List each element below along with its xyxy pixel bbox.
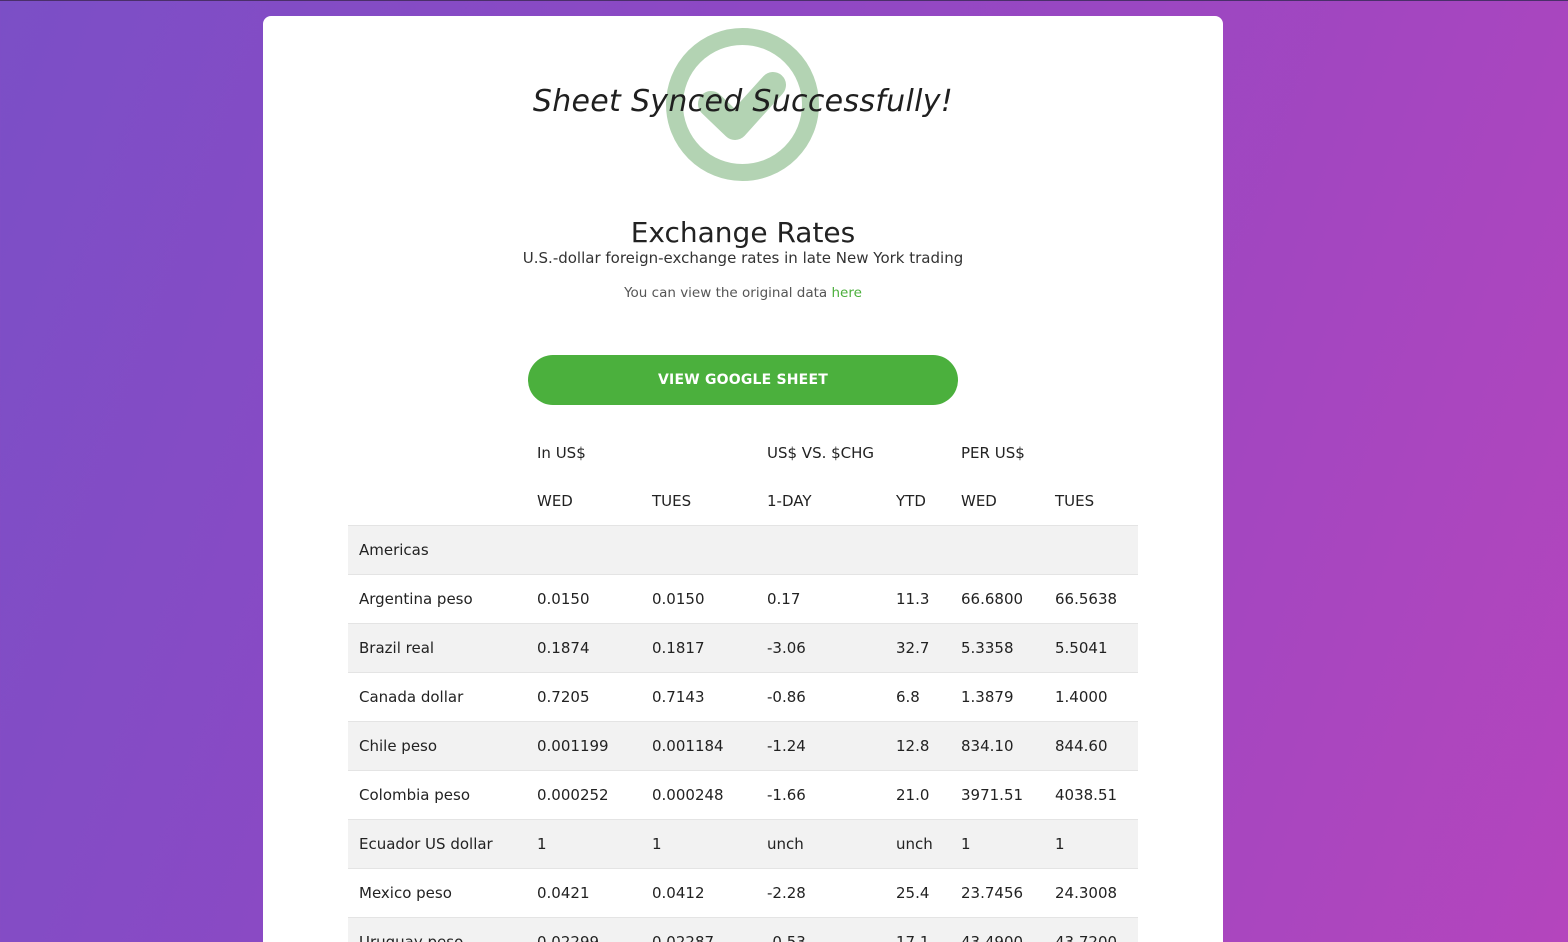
table-row: Uruguay peso 0.02299 0.02287 -0.53 17.1 43.49… xyxy=(348,917,1138,942)
rate-value-cell: -1.66 xyxy=(756,770,885,820)
exchange-rates-table: In US$ US$ VS. $CHG PER US$ WED TUES 1-D… xyxy=(348,429,1138,942)
table-body: Americas Argentina peso 0.0150 0.0150 0.17 11… xyxy=(348,525,1138,942)
rate-value-cell: 23.7456 xyxy=(950,868,1044,918)
rate-value-cell: 0.7205 xyxy=(526,672,641,722)
table-row: Chile peso 0.001199 0.001184 -1.24 12.8 834.1… xyxy=(348,721,1138,771)
rate-value-cell: 32.7 xyxy=(885,623,950,673)
rate-value-cell: 0.001184 xyxy=(641,721,756,771)
rate-value-cell: 43.4900 xyxy=(950,917,1044,942)
rate-value-cell: 66.6800 xyxy=(950,574,1044,624)
rate-value-cell: 0.02287 xyxy=(641,917,756,942)
rate-value-cell: 11.3 xyxy=(885,574,950,624)
currency-name-cell: Argentina peso xyxy=(348,574,526,624)
currency-name-cell: Americas xyxy=(348,525,526,575)
rate-value-cell: 0.0150 xyxy=(641,574,756,624)
rate-value-cell: 1.3879 xyxy=(950,672,1044,722)
rate-value-cell: 0.000252 xyxy=(526,770,641,820)
rate-value-cell xyxy=(756,525,885,575)
rate-value-cell: unch xyxy=(756,819,885,869)
rate-value-cell: -1.24 xyxy=(756,721,885,771)
currency-name-cell: Ecuador US dollar xyxy=(348,819,526,869)
rate-value-cell: 4038.51 xyxy=(1044,770,1138,820)
rate-value-cell: 844.60 xyxy=(1044,721,1138,771)
rate-value-cell: 0.0412 xyxy=(641,868,756,918)
table-row: Brazil real 0.1874 0.1817 -3.06 32.7 5.3358 5.… xyxy=(348,623,1138,673)
rate-value-cell: 12.8 xyxy=(885,721,950,771)
source-note: You can view the original data here xyxy=(263,285,1223,301)
table-row: Colombia peso 0.000252 0.000248 -1.66 21.0 39… xyxy=(348,770,1138,820)
rate-value-cell: 1 xyxy=(641,819,756,869)
column-header-row: WED TUES 1-DAY YTD WED TUES xyxy=(348,477,1138,526)
rate-value-cell: 834.10 xyxy=(950,721,1044,771)
window-top-border xyxy=(0,0,1568,1)
column-header-cell xyxy=(348,477,526,526)
region-group-row: Americas xyxy=(348,525,1138,575)
rate-value-cell: 0.02299 xyxy=(526,917,641,942)
rate-value-cell xyxy=(1044,525,1138,575)
group-header-cell: In US$ xyxy=(537,444,586,462)
rate-value-cell: 0.1817 xyxy=(641,623,756,673)
group-header-cell xyxy=(1044,429,1138,477)
rate-value-cell: 5.5041 xyxy=(1044,623,1138,673)
rate-value-cell: 66.5638 xyxy=(1044,574,1138,624)
rate-value-cell xyxy=(641,525,756,575)
currency-name-cell: Colombia peso xyxy=(348,770,526,820)
table-row: Ecuador US dollar 1 1 unch unch 1 1 xyxy=(348,819,1138,869)
source-link[interactable]: here xyxy=(831,285,861,301)
table-row: Mexico peso 0.0421 0.0412 -2.28 25.4 23.7456 2… xyxy=(348,868,1138,918)
currency-name-cell: Brazil real xyxy=(348,623,526,673)
rate-value-cell: -0.86 xyxy=(756,672,885,722)
table-row: Canada dollar 0.7205 0.7143 -0.86 6.8 1.3879 1… xyxy=(348,672,1138,722)
currency-name-cell: Chile peso xyxy=(348,721,526,771)
rate-value-cell: 43.7200 xyxy=(1044,917,1138,942)
column-header-cell: WED xyxy=(537,492,573,510)
rate-value-cell: 0.000248 xyxy=(641,770,756,820)
rate-value-cell: 24.3008 xyxy=(1044,868,1138,918)
rate-value-cell xyxy=(885,525,950,575)
sync-status-title: Sheet Synced Successfully! xyxy=(532,84,954,119)
group-header-cell: US$ VS. $CHG xyxy=(767,444,875,462)
rate-value-cell: 0.1874 xyxy=(526,623,641,673)
rate-value-cell: 0.0150 xyxy=(526,574,641,624)
group-header-row: In US$ US$ VS. $CHG PER US$ xyxy=(348,429,1138,477)
rate-value-cell: 0.0421 xyxy=(526,868,641,918)
rate-value-cell: 1 xyxy=(1044,819,1138,869)
rate-value-cell: -0.53 xyxy=(756,917,885,942)
rate-value-cell: 0.7143 xyxy=(641,672,756,722)
rate-value-cell: 1.4000 xyxy=(1044,672,1138,722)
column-header-cell: 1-DAY xyxy=(767,492,812,510)
source-note-text: You can view the original data xyxy=(624,285,832,301)
group-header-cell xyxy=(641,429,756,477)
rate-value-cell: 1 xyxy=(526,819,641,869)
column-header-cell: WED xyxy=(961,492,997,510)
rate-value-cell: 5.3358 xyxy=(950,623,1044,673)
rate-value-cell: 25.4 xyxy=(885,868,950,918)
rate-value-cell: 0.17 xyxy=(756,574,885,624)
group-header-cell xyxy=(348,429,526,477)
rate-value-cell: 6.8 xyxy=(885,672,950,722)
view-google-sheet-button[interactable]: VIEW GOOGLE SHEET xyxy=(528,355,958,405)
column-header-cell: TUES xyxy=(652,492,692,510)
table-row: Argentina peso 0.0150 0.0150 0.17 11.3 66.680… xyxy=(348,574,1138,624)
page-subtitle: U.S.-dollar foreign-exchange rates in la… xyxy=(522,249,964,267)
page-title: Exchange Rates xyxy=(630,216,856,249)
rate-value-cell xyxy=(950,525,1044,575)
rate-value-cell: -3.06 xyxy=(756,623,885,673)
rate-value-cell: 3971.51 xyxy=(950,770,1044,820)
group-header-cell xyxy=(885,429,950,477)
rate-value-cell: unch xyxy=(885,819,950,869)
group-header-cell: PER US$ xyxy=(961,444,1025,462)
currency-name-cell: Canada dollar xyxy=(348,672,526,722)
rate-value-cell: -2.28 xyxy=(756,868,885,918)
column-header-cell: TUES xyxy=(1055,492,1095,510)
rate-value-cell xyxy=(526,525,641,575)
rate-value-cell: 1 xyxy=(950,819,1044,869)
currency-name-cell: Uruguay peso xyxy=(348,917,526,942)
rate-value-cell: 21.0 xyxy=(885,770,950,820)
column-header-cell: YTD xyxy=(896,492,926,510)
rate-value-cell: 0.001199 xyxy=(526,721,641,771)
sync-result-card: Sheet Synced Successfully! Exchange Rate… xyxy=(263,16,1223,942)
rate-value-cell: 17.1 xyxy=(885,917,950,942)
currency-name-cell: Mexico peso xyxy=(348,868,526,918)
